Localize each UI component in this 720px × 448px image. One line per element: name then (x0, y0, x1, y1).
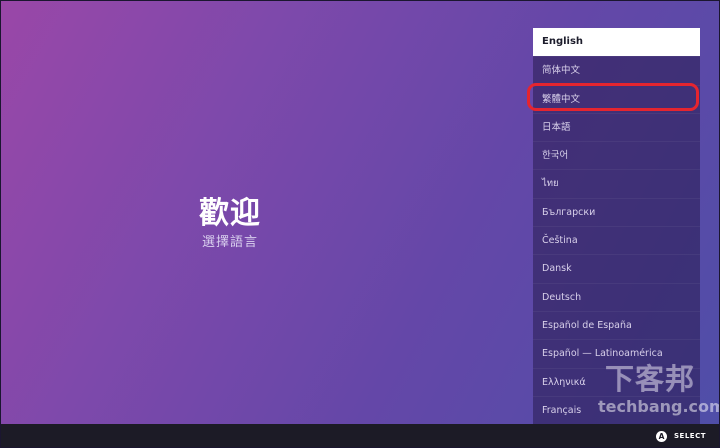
language-option[interactable]: Ελληνικά (533, 367, 700, 396)
language-option[interactable]: Dansk (533, 254, 700, 282)
language-option[interactable]: 简体中文 (533, 56, 700, 84)
language-option[interactable]: ไทย (533, 169, 700, 197)
a-button-icon: A (656, 431, 667, 442)
welcome-title: 歡迎 (199, 196, 261, 231)
welcome-header: 歡迎 選擇語言 (130, 194, 330, 252)
language-option[interactable]: Français (533, 395, 700, 424)
language-option[interactable]: Български (533, 197, 700, 226)
highlight-annotation (527, 83, 699, 111)
language-option[interactable]: Čeština (533, 226, 700, 254)
select-hint-label: SELECT (674, 432, 706, 440)
language-option[interactable]: English (533, 28, 700, 57)
language-option[interactable]: 한국어 (533, 141, 700, 169)
language-option[interactable]: 日本語 (533, 112, 700, 141)
welcome-subtitle: 選擇語言 (201, 235, 258, 250)
welcome-screen: 歡迎 選擇語言 English 简体中文 繁體中文 日本語 한국어 ไทย Българск… (0, 0, 720, 424)
language-option[interactable]: Español de España (533, 310, 700, 339)
bottom-hint-bar (0, 424, 720, 448)
language-option[interactable]: Español — Latinoamérica (533, 339, 700, 367)
language-option[interactable]: Deutsch (533, 282, 700, 311)
